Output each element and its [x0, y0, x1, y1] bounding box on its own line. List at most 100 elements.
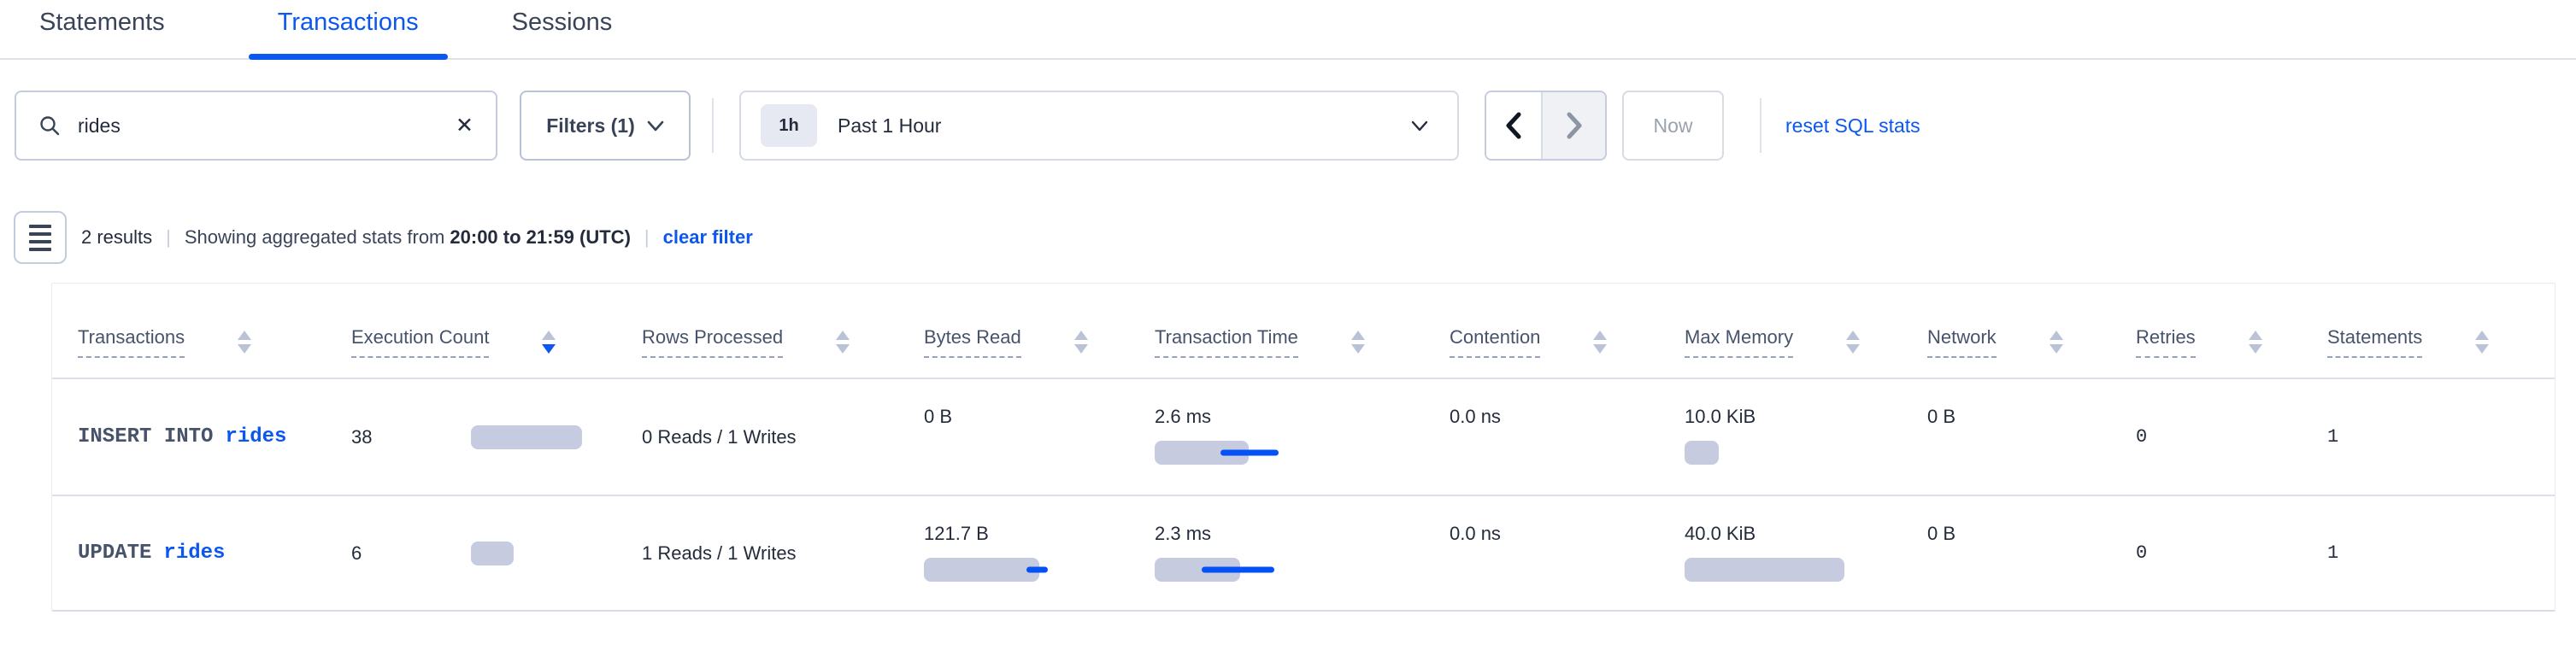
- contention-value: 0.0 ns: [1450, 522, 1685, 546]
- aggregation-time-range: 20:00 to 21:59 (UTC): [450, 226, 631, 248]
- tab-transactions[interactable]: Transactions: [278, 0, 419, 58]
- rows-processed-value: 0 Reads / 1 Writes: [642, 425, 797, 449]
- sort-icon[interactable]: [1351, 331, 1365, 354]
- execution-count-bar: [471, 425, 582, 449]
- sql-text: UPDATE: [78, 542, 151, 565]
- clear-filter-link[interactable]: clear filter: [663, 226, 753, 249]
- table-name-link[interactable]: rides: [163, 542, 225, 565]
- column-selector-button[interactable]: [14, 211, 67, 264]
- sort-icon[interactable]: [542, 331, 556, 354]
- active-tab-underline: [249, 54, 448, 60]
- search-input[interactable]: [78, 114, 456, 138]
- results-count: 2 results: [81, 226, 152, 249]
- time-range-selector[interactable]: 1h Past 1 Hour: [739, 91, 1459, 161]
- tab-label: Statements: [39, 9, 165, 36]
- column-header-transactions: Transactions: [78, 326, 351, 378]
- transaction-fingerprint[interactable]: UPDATE rides: [78, 542, 225, 565]
- column-header-label[interactable]: Retries: [2136, 326, 2196, 358]
- tab-sessions[interactable]: Sessions: [512, 0, 613, 58]
- tab-label: Transactions: [278, 9, 419, 36]
- filters-label: Filters (1): [546, 114, 635, 138]
- cell-contention: 0.0 ns: [1450, 496, 1685, 610]
- now-button[interactable]: Now: [1622, 91, 1724, 161]
- column-header-network: Network: [1927, 326, 2136, 378]
- sort-icon[interactable]: [1593, 331, 1607, 354]
- column-header-label[interactable]: Rows Processed: [642, 326, 783, 358]
- transaction-time-bar: [1155, 558, 1240, 582]
- filters-button[interactable]: Filters (1): [520, 91, 691, 161]
- bytes-read-bar: [924, 558, 1039, 582]
- sort-icon[interactable]: [2475, 331, 2489, 354]
- transaction-fingerprint[interactable]: INSERT INTOrides: [78, 425, 286, 448]
- toolbar-divider: [1760, 98, 1761, 153]
- column-header-rows-processed: Rows Processed: [642, 326, 924, 378]
- chevron-down-icon: [1411, 120, 1428, 132]
- cell-bytes-read: 121.7 B: [924, 496, 1155, 610]
- time-nav-group: [1485, 91, 1607, 161]
- divider: |: [644, 226, 650, 249]
- time-range-badge: 1h: [761, 104, 817, 147]
- table-header-row: Transactions Execution Count Rows Proces…: [52, 284, 2555, 379]
- column-header-contention: Contention: [1450, 326, 1685, 378]
- column-header-retries: Retries: [2136, 326, 2327, 378]
- columns-icon: [29, 225, 51, 228]
- clear-search-icon[interactable]: ✕: [456, 115, 473, 137]
- statements-value: 1: [2327, 542, 2338, 564]
- reset-sql-stats-link[interactable]: reset SQL stats: [1785, 114, 1920, 138]
- table-name-link[interactable]: rides: [225, 425, 286, 448]
- column-header-label[interactable]: Execution Count: [351, 326, 489, 358]
- cell-network: 0 B: [1927, 379, 2136, 495]
- divider: |: [166, 226, 171, 249]
- cell-transaction: UPDATE rides: [78, 496, 351, 610]
- sort-icon[interactable]: [1074, 331, 1088, 354]
- network-value: 0 B: [1927, 405, 2136, 429]
- cell-bytes-read: 0 B: [924, 379, 1155, 495]
- sort-icon[interactable]: [238, 331, 251, 354]
- transaction-time-bar: [1155, 441, 1249, 465]
- next-interval-button[interactable]: [1541, 92, 1605, 159]
- toolbar: ✕ Filters (1) 1h Past 1 Hour: [0, 91, 2576, 161]
- now-label: Now: [1653, 114, 1692, 138]
- chevron-left-icon: [1505, 112, 1522, 139]
- retries-value: 0: [2136, 426, 2147, 448]
- column-header-max-memory: Max Memory: [1685, 326, 1927, 378]
- max-memory-value: 10.0 KiB: [1685, 405, 1927, 429]
- time-range-label: Past 1 Hour: [838, 114, 1411, 138]
- table-row: INSERT INTOrides 38 0 Reads / 1 Writes 0…: [52, 379, 2555, 495]
- column-header-label[interactable]: Transactions: [78, 326, 185, 358]
- bytes-read-value: 121.7 B: [924, 522, 1155, 546]
- showing-stats-text: Showing aggregated stats from20:00 to 21…: [185, 226, 631, 249]
- column-header-label[interactable]: Contention: [1450, 326, 1540, 358]
- column-header-transaction-time: Transaction Time: [1155, 326, 1450, 378]
- sort-icon[interactable]: [836, 331, 850, 354]
- sort-icon[interactable]: [2249, 331, 2262, 354]
- cell-execution-count: 38: [351, 379, 642, 495]
- transaction-time-value: 2.6 ms: [1155, 405, 1450, 429]
- chevron-right-icon: [1566, 112, 1583, 139]
- max-memory-value: 40.0 KiB: [1685, 522, 1927, 546]
- cell-network: 0 B: [1927, 496, 2136, 610]
- cell-statements: 1: [2327, 379, 2555, 495]
- cell-retries: 0: [2136, 496, 2327, 610]
- execution-count-value: 6: [351, 542, 471, 565]
- column-header-label[interactable]: Network: [1927, 326, 1997, 358]
- cell-rows-processed: 0 Reads / 1 Writes: [642, 379, 924, 495]
- retries-value: 0: [2136, 542, 2147, 564]
- cell-statements: 1: [2327, 496, 2555, 610]
- search-box[interactable]: ✕: [15, 91, 497, 161]
- column-header-label[interactable]: Bytes Read: [924, 326, 1021, 358]
- tab-statements[interactable]: Statements: [39, 0, 165, 58]
- execution-count-value: 38: [351, 426, 471, 448]
- max-memory-bar: [1685, 558, 1844, 582]
- chevron-down-icon: [647, 120, 664, 132]
- column-header-label[interactable]: Transaction Time: [1155, 326, 1298, 358]
- column-header-label[interactable]: Max Memory: [1685, 326, 1793, 358]
- sort-icon[interactable]: [1846, 331, 1860, 354]
- previous-interval-button[interactable]: [1486, 92, 1541, 159]
- toolbar-divider: [712, 98, 714, 153]
- sort-icon[interactable]: [2050, 331, 2063, 354]
- cell-rows-processed: 1 Reads / 1 Writes: [642, 496, 924, 610]
- search-icon: [38, 114, 61, 137]
- column-header-label[interactable]: Statements: [2327, 326, 2422, 358]
- cell-max-memory: 10.0 KiB: [1685, 379, 1927, 495]
